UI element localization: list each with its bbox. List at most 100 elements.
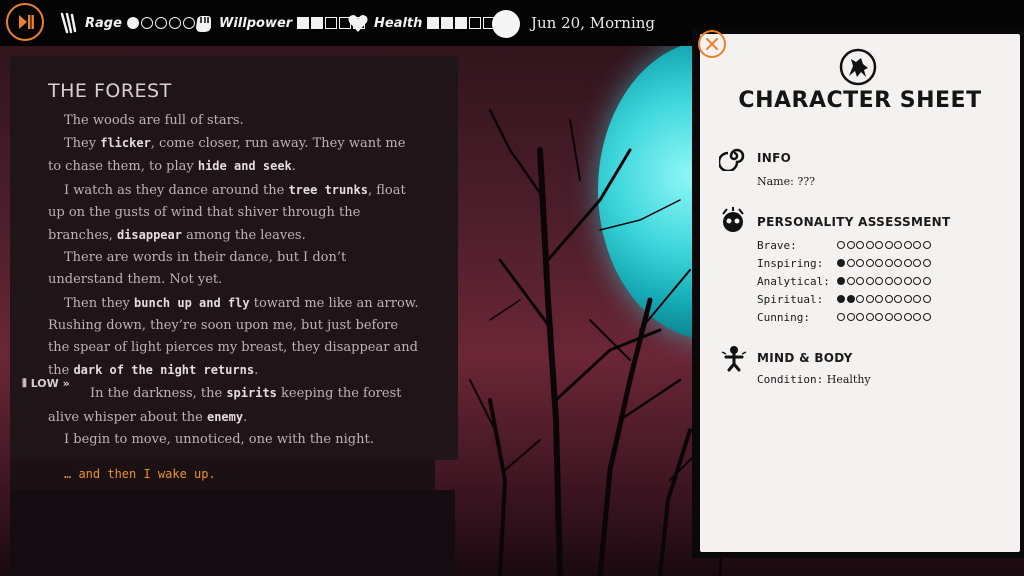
trait-pip xyxy=(856,241,864,249)
volume-label: LOW xyxy=(30,377,59,390)
continue-choice[interactable]: … and then I wake up. xyxy=(10,460,435,490)
trait-name: Analytical: xyxy=(757,274,830,288)
trait-pip xyxy=(837,313,845,321)
health-boxes xyxy=(427,17,496,29)
story-text-run: . xyxy=(254,363,259,379)
trait-pip xyxy=(903,295,912,303)
trait-pip xyxy=(894,277,902,285)
mask-icon xyxy=(722,207,744,232)
trait-pip xyxy=(913,295,921,303)
trait-pip xyxy=(865,313,874,321)
trait-pips xyxy=(837,313,931,321)
story-text-run: I begin to move, unnoticed, one with the… xyxy=(64,431,374,447)
continue-choice-label[interactable]: … and then I wake up. xyxy=(64,467,216,481)
rage-dot xyxy=(154,17,167,29)
willpower-label: Willpower xyxy=(219,15,293,31)
story-keyword[interactable]: hide and seek xyxy=(198,159,292,173)
fist-icon xyxy=(196,16,211,32)
trait-pip xyxy=(837,241,845,249)
story-keyword[interactable]: tree trunks xyxy=(288,183,367,197)
rage-meter: Rage xyxy=(58,11,195,35)
trait-pip xyxy=(875,241,883,249)
story-keyword[interactable]: disappear xyxy=(117,228,182,242)
willpower-box xyxy=(311,17,324,29)
trait-pip xyxy=(913,313,921,321)
close-icon xyxy=(706,38,718,50)
trait-pip xyxy=(837,277,845,285)
health-box xyxy=(441,17,454,29)
trait-pip xyxy=(903,277,912,285)
story-text-run: They xyxy=(64,136,101,152)
willpower-box xyxy=(297,17,310,29)
health-box xyxy=(427,17,440,29)
health-label: Health xyxy=(374,15,423,31)
trait-pip xyxy=(884,259,893,267)
story-keyword[interactable]: enemy xyxy=(207,410,243,424)
auto-play-button[interactable] xyxy=(6,3,44,41)
story-text-run: . xyxy=(243,409,248,425)
trait-pips xyxy=(837,277,931,285)
trait-pip xyxy=(894,295,902,303)
story-text-run: There are words in their dance, but I do… xyxy=(48,250,347,288)
personality-heading: PERSONALITY ASSESSMENT xyxy=(757,215,951,229)
date-time: Jun 20, Morning xyxy=(531,14,656,32)
trait-pip xyxy=(913,241,921,249)
trait-pip xyxy=(846,277,855,285)
story-paragraph: Then they bunch up and fly toward me lik… xyxy=(48,292,420,383)
story-panel: THE FOREST The woods are full of stars. T… xyxy=(10,56,458,460)
info-heading: INFO xyxy=(757,151,792,165)
story-paragraph: There are words in their dance, but I do… xyxy=(48,247,420,291)
trait-pip xyxy=(922,241,931,249)
name-label: Name: xyxy=(757,175,794,188)
trait-pip xyxy=(884,277,893,285)
health-box xyxy=(455,17,468,29)
story-paragraph: The woods are full of stars. xyxy=(48,110,420,132)
story-text-run: Then they xyxy=(64,295,135,311)
trait-pip xyxy=(903,259,912,267)
trait-pip xyxy=(903,241,912,249)
time-of-day-icon xyxy=(492,10,520,38)
volume-indicator: ⦀ LOW » xyxy=(22,377,70,391)
play-pause-icon xyxy=(19,15,34,29)
trait-pip xyxy=(856,295,864,303)
story-text-run: among the leaves. xyxy=(181,228,306,244)
story-text-run: In the darkness, the xyxy=(90,386,227,402)
trait-pip xyxy=(846,295,855,303)
story-text-run: . xyxy=(291,159,296,175)
spiral-icon xyxy=(719,148,745,171)
trait-pip xyxy=(894,259,902,267)
trait-pip xyxy=(913,277,921,285)
trait-pip xyxy=(865,295,874,303)
trait-row: Spiritual: xyxy=(757,291,997,307)
trait-pip xyxy=(837,259,845,267)
trait-pip xyxy=(856,259,864,267)
close-sheet-button[interactable] xyxy=(698,30,726,58)
trait-name: Inspiring: xyxy=(757,256,824,270)
trait-pip xyxy=(865,277,874,285)
story-keyword[interactable]: dark of the night returns xyxy=(73,363,254,377)
trait-name: Brave: xyxy=(757,238,797,252)
trait-pip xyxy=(875,295,883,303)
trait-pip xyxy=(894,241,902,249)
trait-pip xyxy=(875,277,883,285)
condition-label: Condition: xyxy=(757,373,824,386)
health-box xyxy=(469,17,482,29)
story-keyword[interactable]: bunch up and fly xyxy=(134,296,250,310)
trait-pip xyxy=(856,313,864,321)
werewolf-emblem-icon xyxy=(839,48,877,86)
story-keyword[interactable]: spirits xyxy=(226,386,277,400)
sound-waves-icon: » xyxy=(62,377,70,390)
trait-pip xyxy=(894,313,902,321)
willpower-box xyxy=(325,17,338,29)
story-paragraph: They flicker, come closer, run away. The… xyxy=(48,132,420,178)
trait-pip xyxy=(903,313,912,321)
story-paragraph: I begin to move, unnoticed, one with the… xyxy=(48,429,420,451)
trait-pips xyxy=(837,259,931,267)
rage-dot xyxy=(140,17,153,29)
story-keyword[interactable]: flicker xyxy=(100,136,151,150)
trait-pip xyxy=(922,277,931,285)
trait-pip xyxy=(846,241,855,249)
trait-pips xyxy=(837,241,931,249)
rage-dot xyxy=(168,17,181,29)
story-paragraph: I watch as they dance around the tree tr… xyxy=(48,179,420,248)
